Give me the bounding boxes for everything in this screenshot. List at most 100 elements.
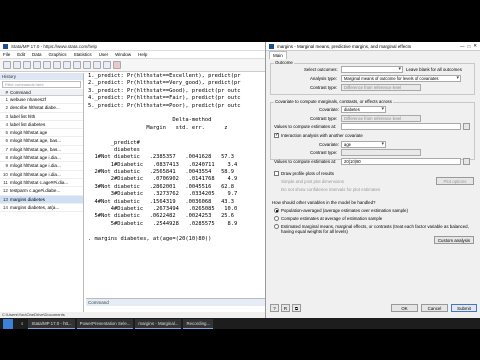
covariate2-dropdown[interactable]: age bbox=[341, 141, 386, 148]
minimize-icon[interactable]: — bbox=[460, 44, 465, 49]
menu-user[interactable]: User bbox=[99, 52, 109, 57]
close-icon[interactable]: ✕ bbox=[473, 43, 480, 49]
values-input[interactable] bbox=[341, 123, 461, 130]
top-letterbox bbox=[0, 0, 480, 42]
data-editor-icon[interactable] bbox=[73, 61, 81, 69]
history-item-command: mlogit hlthstat age i.dia... bbox=[10, 163, 61, 169]
graph-icon[interactable] bbox=[53, 61, 61, 69]
history-item[interactable]: 2 describe hlthstat diabe... bbox=[0, 104, 83, 113]
history-item[interactable]: 8 mlogit hlthstat age i.dia... bbox=[0, 154, 83, 163]
results-window: 1._predict: Pr(hlthstat==Excellent), pre… bbox=[86, 73, 265, 297]
menu-edit[interactable]: Edit bbox=[17, 52, 25, 57]
ok-button[interactable]: OK bbox=[391, 304, 418, 312]
analysis-type-dropdown[interactable]: Marginal means of outcome for levels of … bbox=[341, 75, 461, 82]
values2-picker-button[interactable] bbox=[463, 158, 470, 165]
history-list: 1 webuse nhanes2f 2 describe hlthstat diabe… bbox=[0, 96, 83, 213]
log-icon[interactable] bbox=[33, 61, 41, 69]
outcome-group-label: Outcome bbox=[274, 60, 294, 65]
menu-help[interactable]: Help bbox=[138, 52, 147, 57]
average-sample-label: Compute estimates at average of estimati… bbox=[281, 216, 383, 221]
results-line bbox=[88, 110, 265, 117]
start-icon[interactable] bbox=[3, 318, 13, 329]
menu-file[interactable]: File bbox=[3, 52, 10, 57]
history-item[interactable]: 4 label list diabetes bbox=[0, 121, 83, 130]
history-item[interactable]: 14 margins diabetes, at(a... bbox=[0, 204, 83, 213]
menu-graphics[interactable]: Graphics bbox=[49, 52, 67, 57]
results-line: 4._predict: Pr(hlthstat==Fair), predict(… bbox=[88, 95, 241, 102]
history-item-command: mlogit hlthstat age i.dia... bbox=[10, 171, 61, 177]
select-outcomes-dropdown[interactable] bbox=[341, 66, 403, 73]
history-item-command: mlogit hlthstat age, bas... bbox=[10, 146, 62, 152]
stata-menubar: File Edit Data Graphics Statistics User … bbox=[0, 51, 265, 59]
taskbar-item-recording-label: Recording... bbox=[186, 320, 211, 326]
menu-window[interactable]: Window bbox=[115, 52, 131, 57]
history-item[interactable]: 13 margins diabetes bbox=[0, 195, 83, 204]
estimated-marginal-radio[interactable] bbox=[274, 224, 279, 229]
history-item[interactable]: 7 mlogit hlthstat age, bas... bbox=[0, 146, 83, 155]
simple-joint-label: Simple and joint plot dimensions bbox=[281, 179, 344, 184]
menu-statistics[interactable]: Statistics bbox=[74, 52, 92, 57]
data-browser-icon[interactable] bbox=[83, 61, 91, 69]
save-icon[interactable] bbox=[13, 61, 21, 69]
values2-input[interactable]: 20(10)80 bbox=[341, 158, 461, 165]
history-item[interactable]: 6 mlogit hlthstat age, bas... bbox=[0, 137, 83, 146]
menu-data[interactable]: Data bbox=[32, 52, 42, 57]
average-sample-radio[interactable] bbox=[274, 216, 279, 221]
cancel-button[interactable]: Cancel bbox=[421, 304, 448, 312]
history-item[interactable]: 5 mlogit hlthstat age bbox=[0, 129, 83, 138]
history-item[interactable]: 11 mlogit hlthstat c.age##i.dia... bbox=[0, 179, 83, 188]
history-item[interactable]: 9 mlogit hlthstat age i.dia... bbox=[0, 162, 83, 171]
history-filter-input[interactable]: Filter commands here bbox=[2, 81, 81, 88]
open-icon[interactable] bbox=[3, 61, 11, 69]
results-line: . margins diabetes, at(age=(20(10)80)) bbox=[88, 235, 212, 242]
break-icon[interactable] bbox=[113, 61, 121, 69]
viewer-icon[interactable] bbox=[43, 61, 51, 69]
maximize-icon[interactable]: □ bbox=[468, 44, 471, 49]
interaction-label: Interaction analysis with another covari… bbox=[281, 133, 363, 138]
do-file-editor-icon[interactable] bbox=[63, 61, 71, 69]
taskbar-item-recording[interactable]: Recording... bbox=[183, 318, 214, 329]
history-item-command: margins diabetes, at(a... bbox=[10, 204, 60, 210]
draw-profile-checkbox[interactable] bbox=[274, 171, 279, 176]
covariate2-label: Covariate: bbox=[319, 142, 340, 147]
results-line: Margin std. err. z bbox=[88, 124, 228, 131]
interaction-checkbox[interactable] bbox=[274, 132, 279, 138]
stata-toolbar bbox=[0, 59, 265, 72]
history-item-number: 12 bbox=[2, 188, 8, 194]
contrast-type3-label: Contrast type: bbox=[310, 150, 338, 155]
history-item[interactable]: 1 webuse nhanes2f bbox=[0, 96, 83, 105]
results-line: 3#Diabetic .3273762 .0334205 9.7 bbox=[88, 191, 238, 198]
clear-more-icon[interactable] bbox=[103, 61, 111, 69]
print-icon[interactable] bbox=[23, 61, 31, 69]
results-line: 5._predict: Pr(hlthstat==Poor), predict(… bbox=[88, 102, 241, 109]
history-item[interactable]: 10 mlogit hlthstat age i.dia... bbox=[0, 171, 83, 179]
taskbar-item-stata[interactable]: Stata/MP 17.0 - htt... bbox=[28, 318, 75, 329]
contrast-type3-field bbox=[341, 149, 421, 156]
copy-command-icon[interactable]: ⧉ bbox=[292, 304, 301, 312]
tab-main[interactable]: Main bbox=[269, 51, 287, 59]
covariate-dropdown[interactable]: diabetes bbox=[341, 106, 386, 113]
history-item[interactable]: 3 label list hlth bbox=[0, 113, 83, 121]
plot-options-button[interactable]: Plot options bbox=[436, 177, 474, 185]
history-item-command: describe hlthstat diabe... bbox=[10, 105, 60, 111]
draw-profile-label: Draw profile plots of results bbox=[281, 171, 334, 176]
results-line bbox=[88, 228, 265, 235]
history-item[interactable]: 12 testparm c.age#i.diabe... bbox=[0, 187, 83, 196]
history-col-command: Command bbox=[10, 90, 31, 95]
variables-manager-icon[interactable] bbox=[93, 61, 101, 69]
taskbar-item-powerpoint[interactable]: PowerPresentation Sele... bbox=[76, 318, 134, 329]
results-line: 5#Not diabetic .0622482 .0024253 25.6 bbox=[88, 213, 235, 220]
command-title: Command bbox=[86, 299, 265, 306]
results-line: 1._predict: Pr(hlthstat==Excellent), pre… bbox=[88, 73, 241, 79]
submit-button[interactable]: Submit bbox=[451, 304, 477, 312]
population-averaged-radio[interactable] bbox=[274, 208, 279, 213]
help-icon[interactable]: ? bbox=[270, 304, 279, 312]
values-picker-button[interactable] bbox=[463, 123, 470, 130]
results-line: 2._predict: Pr(hlthstat==Very_good), pre… bbox=[88, 80, 241, 87]
reset-icon[interactable]: R bbox=[281, 304, 290, 312]
search-icon[interactable]: ⌕ bbox=[18, 321, 26, 326]
taskbar-item-stata-label: Stata/MP 17.0 - htt... bbox=[31, 320, 72, 326]
history-item-number: 10 bbox=[2, 171, 8, 177]
custom-analysis-button[interactable]: Custom analysis bbox=[434, 236, 474, 244]
taskbar-item-margins[interactable]: margins - Marginal... bbox=[135, 318, 182, 329]
